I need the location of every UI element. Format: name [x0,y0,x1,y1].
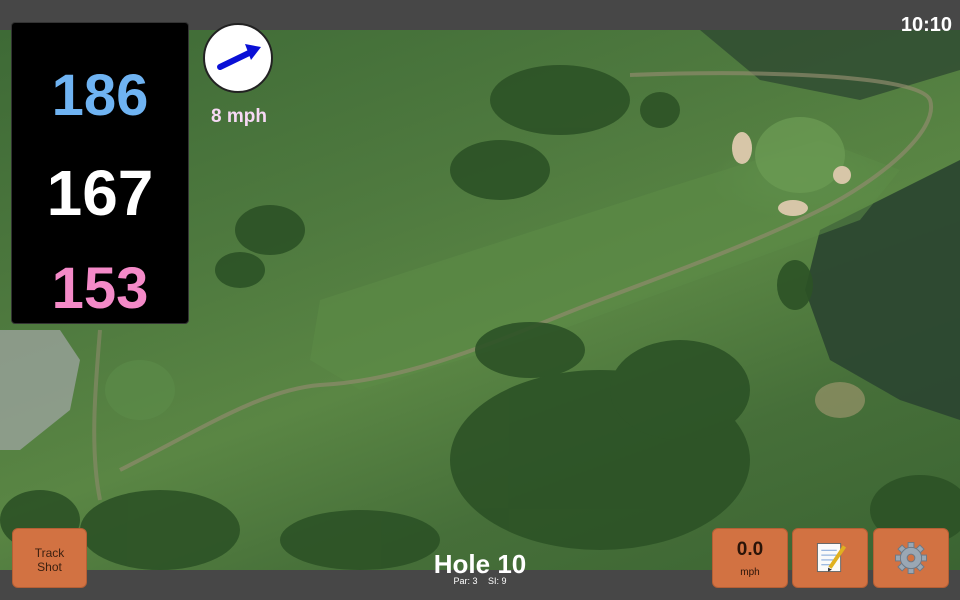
front-distance: 153 [51,256,149,321]
hole-info: Par: 3 SI: 9 [380,576,580,586]
settings-button[interactable] [873,528,949,588]
wind-speed: 8 mph [211,106,267,127]
track-shot-label-line1: Track [34,546,65,560]
wind-indicator [203,23,273,93]
speed-value: 0.0 [736,539,764,560]
distance-panel: 186 167 153 [11,22,189,324]
gear-icon [895,542,927,574]
clock: 10:10 [900,14,952,36]
hole-par: Par: 3 [453,576,478,586]
track-shot-label-line2: Shot [37,560,62,574]
speed-unit: mph [740,567,760,578]
hole-stroke-index: SI: 9 [488,576,507,586]
track-shot-button[interactable]: Track Shot [12,528,87,588]
middle-distance: 167 [46,157,154,229]
notes-button[interactable] [792,528,868,588]
back-distance: 186 [51,63,149,128]
wind-direction-arrow-icon [217,44,261,70]
notepad-icon [816,543,847,573]
speed-button[interactable]: 0.0 mph [712,528,788,588]
